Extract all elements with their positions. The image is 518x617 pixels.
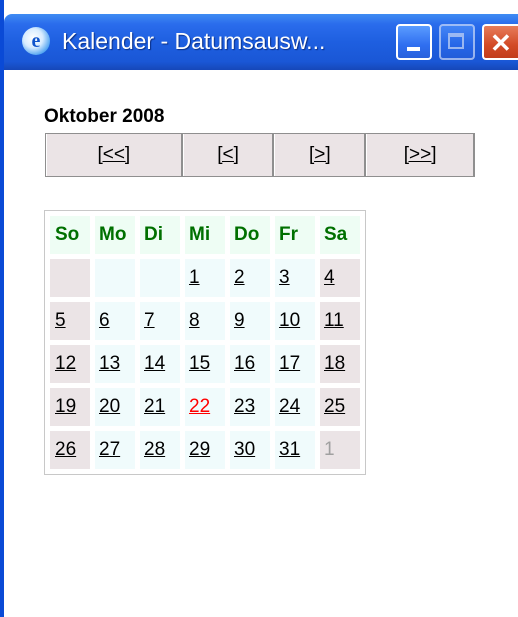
day-link[interactable]: 8 xyxy=(189,310,200,331)
weekday-header: Di xyxy=(140,216,180,254)
day-cell: 23 xyxy=(230,388,270,426)
day-link[interactable]: 11 xyxy=(324,310,344,331)
weekday-header: Do xyxy=(230,216,270,254)
day-cell: 17 xyxy=(275,345,315,383)
empty-day-cell xyxy=(50,259,90,297)
day-cell: 31 xyxy=(275,431,315,469)
day-link[interactable]: 7 xyxy=(144,310,155,331)
week-row: 19 20 21 22 23 24 25 xyxy=(50,388,360,426)
day-link[interactable]: 20 xyxy=(99,396,120,417)
day-link[interactable]: 21 xyxy=(144,396,165,417)
day-cell: 28 xyxy=(140,431,180,469)
title-bar[interactable]: e Kalender - Datumsausw... ✕ xyxy=(4,14,518,70)
empty-day-cell xyxy=(95,259,135,297)
window: e Kalender - Datumsausw... ✕ Oktober 200… xyxy=(0,0,518,617)
day-link[interactable]: 2 xyxy=(234,267,245,288)
week-row: 1 2 3 4 xyxy=(50,259,360,297)
weekday-header: Sa xyxy=(320,216,360,254)
next-month-link[interactable]: [>] xyxy=(274,134,367,176)
week-row: 12 13 14 15 16 17 18 xyxy=(50,345,360,383)
day-link[interactable]: 25 xyxy=(324,396,345,417)
close-button[interactable]: ✕ xyxy=(482,24,518,60)
week-row: 5 6 7 8 9 10 11 xyxy=(50,302,360,340)
window-title: Kalender - Datumsausw... xyxy=(62,28,326,54)
day-link[interactable]: 23 xyxy=(234,396,255,417)
day-link[interactable]: 6 xyxy=(99,310,110,331)
day-cell: 26 xyxy=(50,431,90,469)
day-cell: 16 xyxy=(230,345,270,383)
day-cell: 7 xyxy=(140,302,180,340)
day-cell: 10 xyxy=(275,302,315,340)
maximize-button[interactable] xyxy=(439,24,475,60)
day-cell: 2 xyxy=(230,259,270,297)
today-link[interactable]: 22 xyxy=(189,396,210,417)
close-icon: ✕ xyxy=(490,28,512,58)
week-row: 26 27 28 29 30 31 1 xyxy=(50,431,360,469)
calendar-grid: So Mo Di Mi Do Fr Sa 1 2 3 4 5 6 7 8 9 1… xyxy=(44,210,366,475)
day-link[interactable]: 16 xyxy=(234,353,255,374)
day-link[interactable]: 5 xyxy=(55,310,66,331)
day-cell: 8 xyxy=(185,302,225,340)
day-cell: 3 xyxy=(275,259,315,297)
day-link[interactable]: 29 xyxy=(189,439,210,460)
day-cell: 18 xyxy=(320,345,360,383)
day-cell: 20 xyxy=(95,388,135,426)
day-link[interactable]: 19 xyxy=(55,396,76,417)
day-link[interactable]: 3 xyxy=(279,267,290,288)
day-cell: 15 xyxy=(185,345,225,383)
day-link[interactable]: 28 xyxy=(144,439,165,460)
maximize-icon xyxy=(448,33,464,49)
day-cell: 1 xyxy=(185,259,225,297)
minimize-icon xyxy=(407,47,420,51)
day-link[interactable]: 10 xyxy=(279,310,300,331)
calendar-nav: [<<] [<] [>] [>>] xyxy=(45,133,475,177)
day-link[interactable]: 15 xyxy=(189,353,210,374)
day-cell: 11 xyxy=(320,302,360,340)
day-link[interactable]: 26 xyxy=(55,439,76,460)
day-link[interactable]: 30 xyxy=(234,439,255,460)
day-link[interactable]: 4 xyxy=(324,267,335,288)
day-cell: 13 xyxy=(95,345,135,383)
day-cell: 5 xyxy=(50,302,90,340)
today-cell: 22 xyxy=(185,388,225,426)
next-year-link[interactable]: [>>] xyxy=(366,134,475,176)
day-link[interactable]: 14 xyxy=(144,353,165,374)
weekday-header: So xyxy=(50,216,90,254)
day-cell: 29 xyxy=(185,431,225,469)
day-cell: 6 xyxy=(95,302,135,340)
prev-year-link[interactable]: [<<] xyxy=(46,134,183,176)
weekday-header-row: So Mo Di Mi Do Fr Sa xyxy=(50,216,360,254)
day-cell: 12 xyxy=(50,345,90,383)
month-title: Oktober 2008 xyxy=(44,106,165,127)
weekday-header: Mi xyxy=(185,216,225,254)
minimize-button[interactable] xyxy=(396,24,432,60)
day-link[interactable]: 13 xyxy=(99,353,120,374)
day-link[interactable]: 9 xyxy=(234,310,245,331)
day-cell: 30 xyxy=(230,431,270,469)
day-cell: 27 xyxy=(95,431,135,469)
day-cell: 25 xyxy=(320,388,360,426)
day-link[interactable]: 27 xyxy=(99,439,120,460)
day-cell: 9 xyxy=(230,302,270,340)
day-cell: 19 xyxy=(50,388,90,426)
prev-month-link[interactable]: [<] xyxy=(182,134,275,176)
day-link[interactable]: 1 xyxy=(189,267,200,288)
empty-day-cell xyxy=(140,259,180,297)
day-cell: 4 xyxy=(320,259,360,297)
day-link[interactable]: 18 xyxy=(324,353,345,374)
day-link[interactable]: 31 xyxy=(279,439,300,460)
weekday-header: Mo xyxy=(95,216,135,254)
day-link[interactable]: 24 xyxy=(279,396,300,417)
day-cell: 21 xyxy=(140,388,180,426)
day-cell: 24 xyxy=(275,388,315,426)
other-month-day: 1 xyxy=(320,431,360,469)
day-link[interactable]: 12 xyxy=(55,353,76,374)
day-link[interactable]: 17 xyxy=(279,353,300,374)
weekday-header: Fr xyxy=(275,216,315,254)
ie-page-icon[interactable]: e xyxy=(22,27,50,55)
day-cell: 14 xyxy=(140,345,180,383)
